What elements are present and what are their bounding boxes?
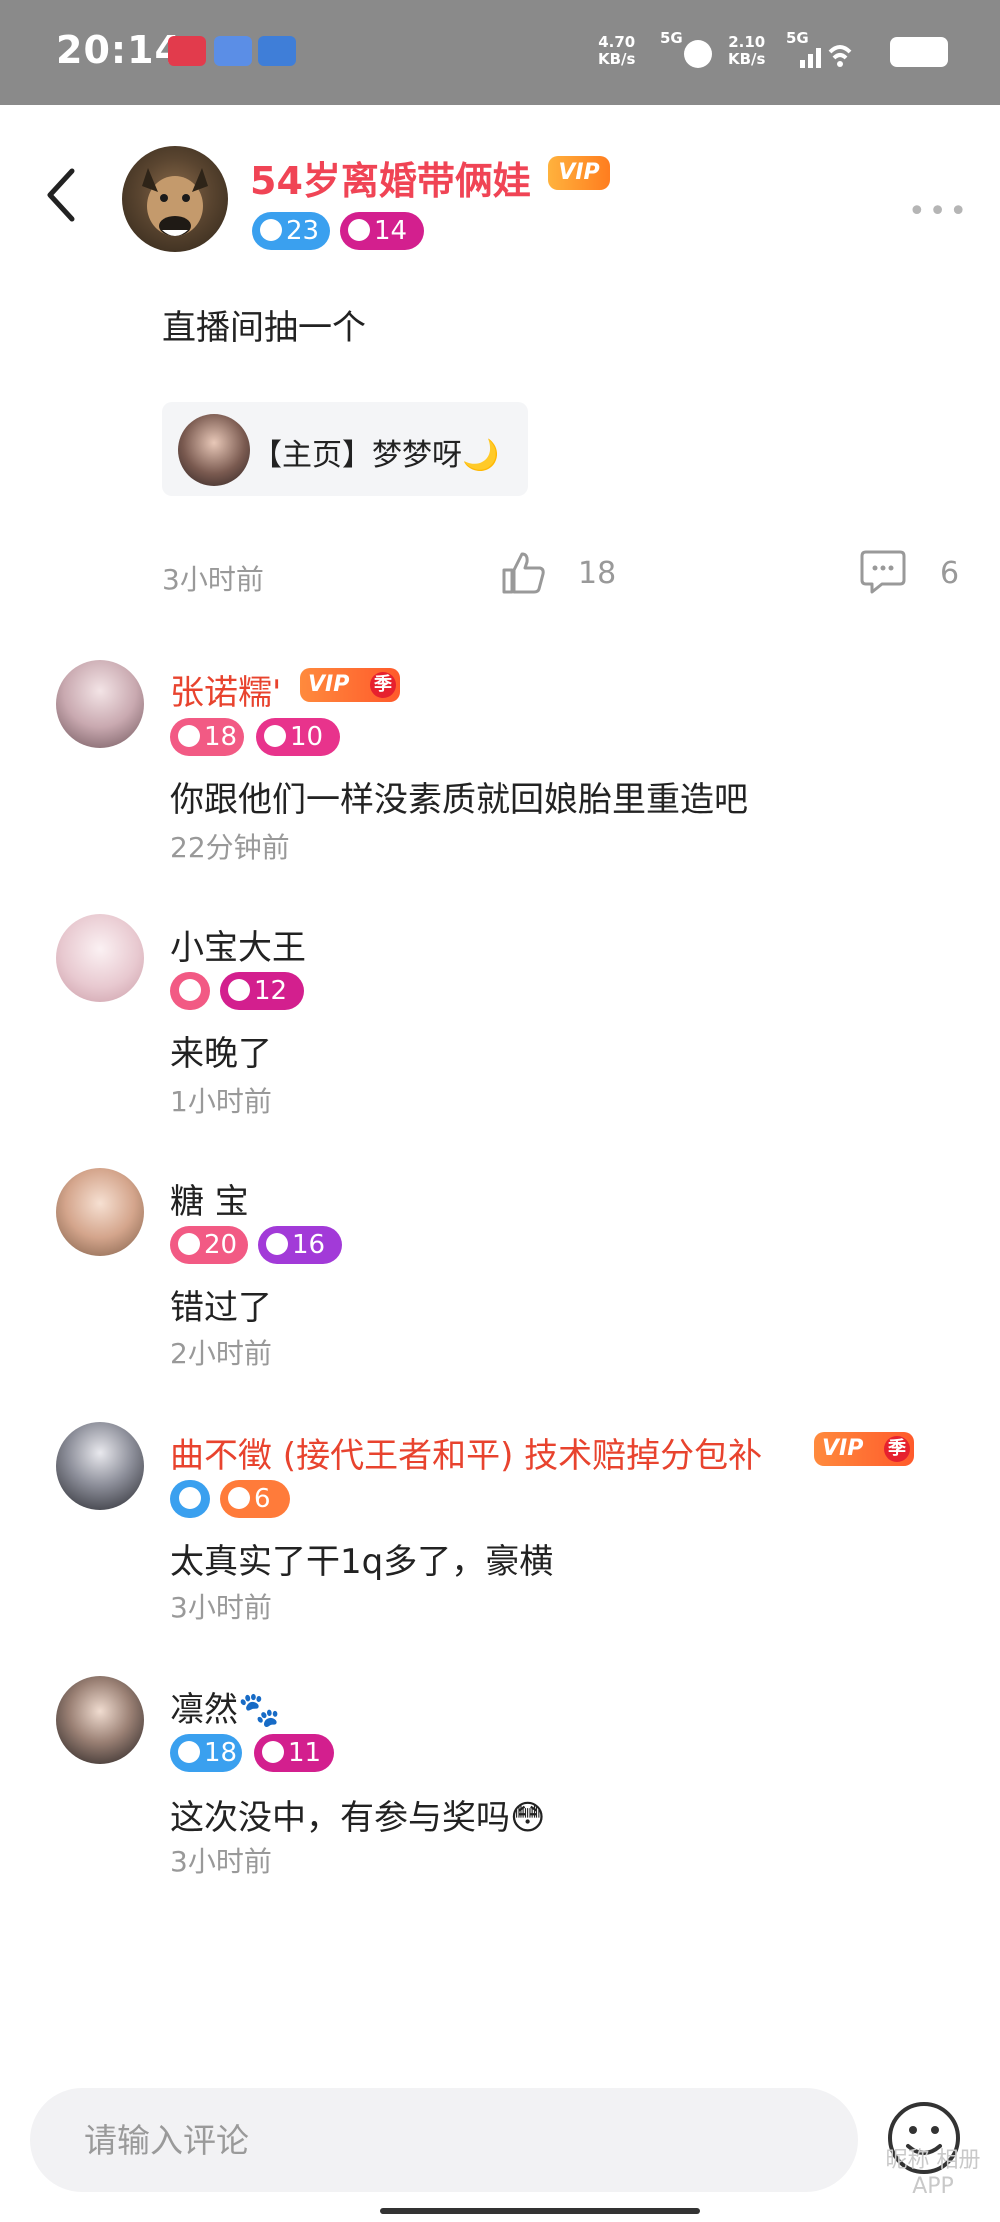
- status-bar: 20:14 4.70 KB/s 2.10 KB/s 5G 5G: [0, 0, 1000, 105]
- commenter-name[interactable]: 凛然🐾: [170, 1682, 280, 1731]
- dog-face-icon: [142, 168, 208, 236]
- commenter-name[interactable]: 张诺糯': [170, 665, 281, 714]
- comment-count: 6: [940, 556, 960, 591]
- commenter-avatar[interactable]: [56, 1422, 144, 1510]
- comment-time: 2小时前: [170, 1337, 272, 1370]
- app-notification-icon: [258, 36, 296, 66]
- vip-text: VIP: [308, 672, 350, 697]
- comment-time: 1小时前: [170, 1085, 272, 1118]
- comment-input[interactable]: [84, 2116, 784, 2164]
- link-card-avatar: [178, 414, 250, 486]
- net-speed-down: 4.70 KB/s: [598, 33, 636, 68]
- author-avatar[interactable]: [122, 146, 228, 252]
- season-tag: 季: [884, 1436, 910, 1462]
- commenter-avatar[interactable]: [56, 1676, 144, 1764]
- comment-text: 错过了: [170, 1288, 272, 1328]
- age-text: 18: [204, 1738, 238, 1768]
- level-badge: 16: [258, 1226, 342, 1264]
- link-card-label: 【主页】梦梦呀🌙: [252, 438, 500, 473]
- level-text: 12: [254, 976, 288, 1006]
- female-symbol-icon: [178, 724, 200, 747]
- back-arrow-icon[interactable]: [42, 165, 82, 225]
- level-text: 14: [374, 216, 408, 246]
- level-badge: 11: [254, 1734, 334, 1772]
- level-badge: 10: [256, 718, 340, 756]
- comment-time: 3小时前: [170, 1591, 272, 1624]
- comment-text: 来晚了: [170, 1034, 272, 1074]
- level-text: 6: [254, 1484, 271, 1514]
- comment-input-bar[interactable]: [30, 2088, 858, 2192]
- gender-age-badge: 20: [170, 1226, 248, 1264]
- like-count: 18: [578, 556, 617, 591]
- comment-text: 这次没中，有参与奖吗😳: [170, 1798, 546, 1838]
- comment-time: 22分钟前: [170, 831, 290, 864]
- level-badge: 6: [220, 1480, 290, 1518]
- male-symbol-icon: [179, 1486, 201, 1509]
- gender-age-badge: 23: [252, 212, 330, 250]
- age-text: 23: [286, 216, 320, 246]
- season-tag: 季: [370, 672, 396, 698]
- male-symbol-icon: [260, 218, 282, 241]
- vip-text: VIP: [822, 1436, 864, 1461]
- gender-badge: [170, 1480, 210, 1518]
- vip-badge: VIP: [548, 156, 610, 190]
- comment-text: 你跟他们一样没素质就回娘胎里重造吧: [170, 780, 748, 820]
- level-diamond-icon: [262, 1740, 284, 1763]
- female-symbol-icon: [178, 1232, 200, 1255]
- level-diamond-icon: [228, 1486, 250, 1509]
- level-badge: 12: [220, 972, 304, 1010]
- commenter-name[interactable]: 糖 宝: [170, 1174, 249, 1223]
- level-text: 11: [288, 1738, 322, 1768]
- commenter-avatar[interactable]: [56, 914, 144, 1002]
- status-time: 20:14: [56, 28, 182, 72]
- profile-link-card[interactable]: 【主页】梦梦呀🌙: [162, 402, 528, 496]
- level-text: 10: [290, 722, 324, 752]
- level-diamond-icon: [228, 978, 250, 1001]
- gender-age-badge: 18: [170, 1734, 242, 1772]
- age-text: 18: [204, 722, 238, 752]
- commenter-avatar[interactable]: [56, 660, 144, 748]
- commenter-name[interactable]: 曲不徵 (接代王者和平) 技术赔掉分包补: [170, 1428, 762, 1477]
- home-indicator: [380, 2208, 700, 2214]
- app-notification-icon: [168, 36, 206, 66]
- gender-badge: [170, 972, 210, 1010]
- app-watermark: 昵称 相册APP: [885, 2148, 981, 2199]
- more-dots-icon[interactable]: •••: [908, 194, 970, 229]
- level-diamond-icon: [266, 1232, 288, 1255]
- level-text: 16: [292, 1230, 326, 1260]
- comment-bubble-icon[interactable]: [860, 548, 906, 594]
- female-symbol-icon: [179, 978, 201, 1001]
- vip-badge: VIP 季: [814, 1432, 914, 1466]
- battery-icon: [890, 37, 948, 67]
- comment-time: 3小时前: [170, 1845, 272, 1878]
- commenter-avatar[interactable]: [56, 1168, 144, 1256]
- comment-text: 太真实了干1q多了，豪横: [170, 1542, 554, 1582]
- age-text: 20: [204, 1230, 238, 1260]
- level-diamond-icon: [348, 218, 370, 241]
- level-diamond-icon: [264, 724, 286, 747]
- male-symbol-icon: [178, 1740, 200, 1763]
- gender-age-badge: 18: [170, 718, 244, 756]
- app-notification-icon: [214, 36, 252, 66]
- post-text: 直播间抽一个: [162, 308, 366, 348]
- thumbs-up-icon[interactable]: [500, 550, 546, 596]
- level-badge: 14: [340, 212, 424, 250]
- author-name[interactable]: 54岁离婚带俩娃: [250, 150, 531, 205]
- commenter-name[interactable]: 小宝大王: [170, 920, 306, 969]
- post-time: 3小时前: [162, 563, 264, 596]
- vip-badge: VIP 季: [300, 668, 400, 702]
